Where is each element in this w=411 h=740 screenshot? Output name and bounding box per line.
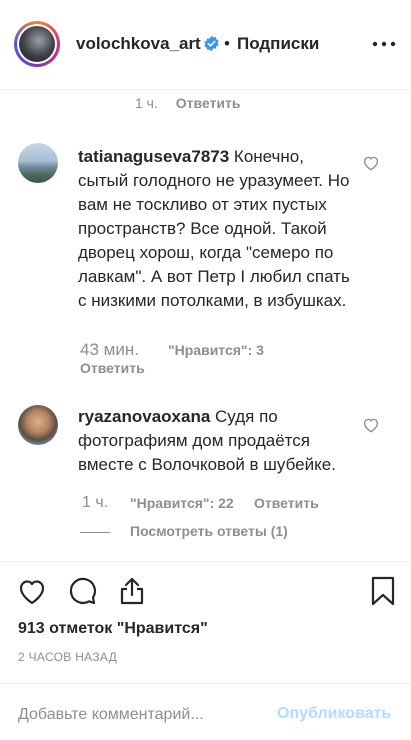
- comment-time: 43 мин.: [80, 340, 139, 359]
- view-replies-button[interactable]: Посмотреть ответы (1): [80, 523, 288, 539]
- verified-badge-icon: [204, 35, 219, 52]
- previous-comment-meta: 1 ч. Ответить: [135, 95, 240, 111]
- reply-button[interactable]: Ответить: [176, 95, 241, 111]
- add-comment-input[interactable]: [18, 706, 228, 724]
- author-avatar[interactable]: [14, 21, 60, 67]
- comment-like-icon[interactable]: [362, 416, 380, 434]
- comment-like-icon[interactable]: [362, 154, 380, 172]
- author-username[interactable]: volochkova_art: [76, 34, 201, 54]
- reply-button[interactable]: Ответить: [80, 360, 145, 376]
- publish-button[interactable]: Опубликовать: [277, 705, 391, 723]
- commenter-avatar[interactable]: [18, 143, 58, 183]
- more-horizontal-icon[interactable]: [372, 40, 396, 48]
- comment-text: Конечно, сытый голодного не уразумеет. Н…: [78, 147, 350, 310]
- comment-time: 1 ч.: [82, 494, 109, 511]
- view-replies-label: Посмотреть ответы (1): [130, 523, 288, 539]
- reply-button[interactable]: Ответить: [254, 495, 319, 511]
- comment-time: 1 ч.: [135, 95, 158, 111]
- divider: [0, 683, 411, 684]
- commenter-username[interactable]: tatianaguseva7873: [78, 147, 229, 166]
- header-separator: •: [224, 34, 230, 53]
- comment-likes-count[interactable]: "Нравится": 22: [130, 495, 234, 511]
- post-likes-count[interactable]: 913 отметок "Нравится": [18, 620, 208, 638]
- commenter-avatar[interactable]: [18, 405, 58, 445]
- comment-likes-count[interactable]: "Нравится": 3: [168, 342, 264, 358]
- share-icon[interactable]: [116, 575, 148, 607]
- comment-bubble-icon[interactable]: [66, 576, 98, 608]
- divider: [0, 561, 411, 562]
- following-button[interactable]: Подписки: [237, 34, 319, 54]
- comment-body: tatianaguseva7873 Конечно, сытый голодно…: [78, 145, 350, 313]
- commenter-username[interactable]: ryazanovaoxana: [78, 407, 210, 426]
- replies-line: [80, 531, 110, 533]
- bookmark-icon[interactable]: [367, 575, 399, 607]
- post-timestamp: 2 ЧАСОВ НАЗАД: [18, 650, 118, 664]
- heart-icon[interactable]: [16, 576, 48, 608]
- comment-body: ryazanovaoxana Судя по фотографиям дом п…: [78, 405, 350, 477]
- post-header: volochkova_art • Подписки: [0, 0, 411, 90]
